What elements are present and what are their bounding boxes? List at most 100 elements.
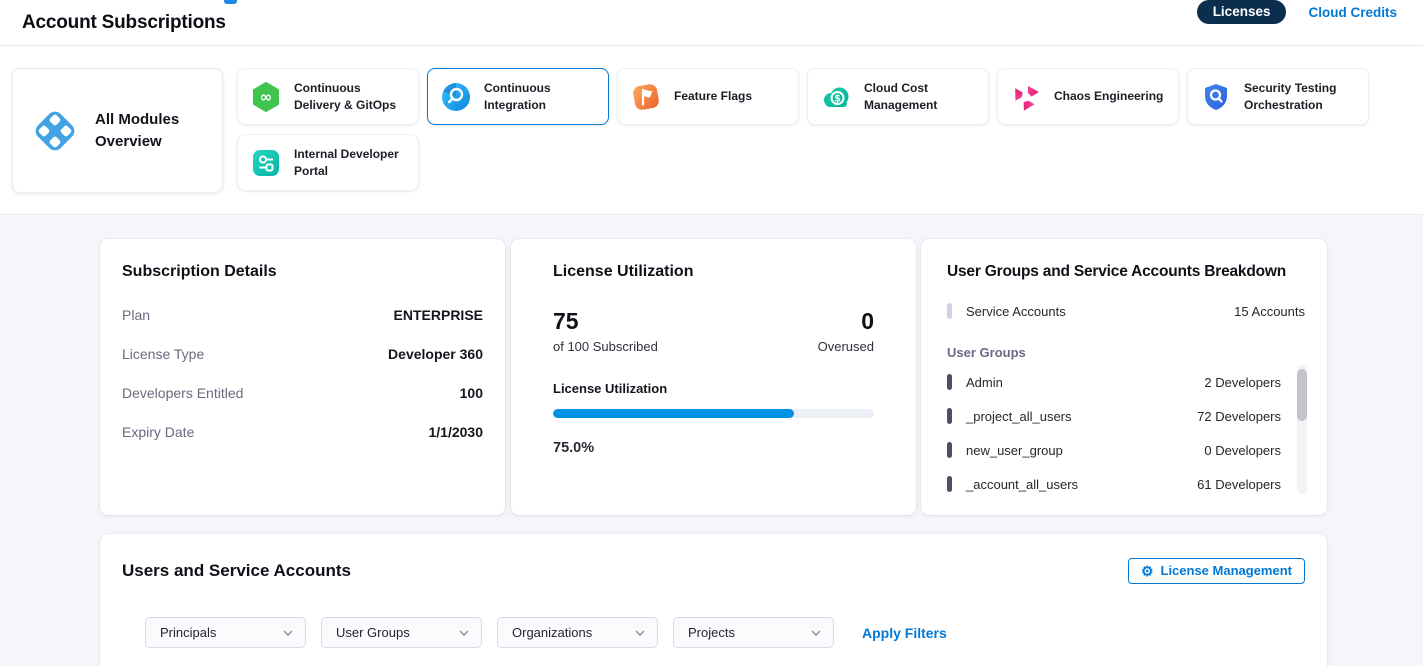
organizations-filter-select[interactable]: Organizations — [497, 617, 658, 648]
subscription-details-rows: Plan ENTERPRISE License Type Developer 3… — [122, 307, 483, 440]
filter-label: Projects — [688, 625, 735, 640]
cloud-cost-icon: $ — [820, 81, 852, 113]
module-card-continuous-integration[interactable]: Continuous Integration — [427, 68, 609, 125]
module-card-chaos-engineering[interactable]: Chaos Engineering — [997, 68, 1179, 125]
utilization-bar-label: License Utilization — [553, 381, 874, 396]
overused-caption: Overused — [818, 339, 874, 354]
chaos-icon — [1010, 81, 1042, 113]
main-content: Subscription Details Plan ENTERPRISE Lic… — [0, 215, 1423, 666]
user-groups-filter-select[interactable]: User Groups — [321, 617, 482, 648]
projects-filter-select[interactable]: Projects — [673, 617, 834, 648]
module-selector-bar: All Modules Overview ∞ Continuous Delive… — [0, 46, 1423, 215]
users-and-service-accounts-card: Users and Service Accounts ⚙ License Man… — [100, 534, 1327, 666]
subscription-details-card: Subscription Details Plan ENTERPRISE Lic… — [100, 239, 505, 515]
user-group-name: _project_all_users — [966, 409, 1072, 424]
svg-text:$: $ — [834, 93, 841, 104]
filter-label: User Groups — [336, 625, 410, 640]
license-utilization-numbers: 75 of 100 Subscribed 0 Overused — [553, 309, 874, 354]
header-clipped-icon — [224, 0, 237, 4]
scrollbar-thumb[interactable] — [1297, 369, 1307, 421]
subscription-row-expiry-date: Expiry Date 1/1/2030 — [122, 424, 483, 440]
module-card-label: Continuous Delivery & GitOps — [294, 80, 410, 114]
page-header: Account Subscriptions Licenses Cloud Cre… — [0, 0, 1423, 46]
ci-icon — [440, 81, 472, 113]
row-value: 1/1/2030 — [429, 424, 484, 440]
license-management-label: License Management — [1161, 563, 1293, 578]
user-groups-heading: User Groups — [947, 345, 1305, 360]
service-accounts-label: Service Accounts — [966, 304, 1066, 319]
user-group-pill-icon — [947, 476, 952, 492]
all-modules-overview-card[interactable]: All Modules Overview — [12, 68, 223, 193]
row-value: ENTERPRISE — [394, 307, 483, 323]
module-card-label: Chaos Engineering — [1054, 88, 1170, 105]
page-title: Account Subscriptions — [22, 12, 226, 34]
tab-cloud-credits[interactable]: Cloud Credits — [1308, 5, 1397, 20]
module-cards: ∞ Continuous Delivery & GitOps Continuou… — [237, 68, 1377, 191]
module-card-label: Internal Developer Portal — [294, 146, 410, 180]
overused-count: 0 — [818, 309, 874, 334]
module-card-label: Continuous Integration — [484, 80, 600, 114]
all-modules-icon — [29, 105, 81, 157]
used-count: 75 — [553, 309, 658, 334]
subscription-details-title: Subscription Details — [122, 263, 483, 281]
user-group-pill-icon — [947, 442, 952, 458]
service-accounts-row: Service Accounts 15 Accounts — [947, 303, 1305, 319]
module-card-cloud-cost[interactable]: $ Cloud Cost Management — [807, 68, 989, 125]
apply-filters-link[interactable]: Apply Filters — [862, 625, 947, 641]
user-group-name: Admin — [966, 375, 1003, 390]
chevron-down-icon — [283, 630, 293, 636]
breakdown-title: User Groups and Service Accounts Breakdo… — [947, 263, 1305, 281]
module-card-internal-developer-portal[interactable]: Internal Developer Portal — [237, 134, 419, 191]
subscription-row-developers-entitled: Developers Entitled 100 — [122, 385, 483, 401]
user-group-value: 72 Developers — [1197, 409, 1281, 424]
row-value: Developer 360 — [388, 346, 483, 362]
user-group-name: new_user_group — [966, 443, 1063, 458]
module-card-security-testing[interactable]: Security Testing Orchestration — [1187, 68, 1369, 125]
row-label: License Type — [122, 346, 204, 362]
used-caption: of 100 Subscribed — [553, 339, 658, 354]
user-group-value: 61 Developers — [1197, 477, 1281, 492]
license-utilization-bar-fill — [553, 409, 794, 418]
row-label: Expiry Date — [122, 424, 194, 440]
user-group-row: _account_all_users 61 Developers — [947, 467, 1281, 501]
cd-gitops-icon: ∞ — [250, 81, 282, 113]
filters-row: Principals User Groups Organizations Pro… — [122, 617, 1305, 648]
user-group-pill-icon — [947, 408, 952, 424]
row-label: Plan — [122, 307, 150, 323]
all-modules-overview-label: All Modules Overview — [95, 109, 195, 153]
user-group-value: 0 Developers — [1204, 443, 1281, 458]
user-group-row: Admin 2 Developers — [947, 365, 1281, 399]
idp-icon — [250, 147, 282, 179]
user-group-name: _account_all_users — [966, 477, 1078, 492]
users-section-header: Users and Service Accounts ⚙ License Man… — [122, 558, 1305, 584]
chevron-down-icon — [459, 630, 469, 636]
module-card-cd-gitops[interactable]: ∞ Continuous Delivery & GitOps — [237, 68, 419, 125]
row-label: Developers Entitled — [122, 385, 243, 401]
svg-text:∞: ∞ — [260, 88, 273, 106]
filter-label: Organizations — [512, 625, 592, 640]
license-utilization-title: License Utilization — [553, 263, 874, 281]
license-utilization-card: License Utilization 75 of 100 Subscribed… — [511, 239, 916, 515]
used-block: 75 of 100 Subscribed — [553, 309, 658, 354]
chevron-down-icon — [811, 630, 821, 636]
user-groups-list: Admin 2 Developers _project_all_users 72… — [947, 365, 1305, 501]
subscription-row-license-type: License Type Developer 360 — [122, 346, 483, 362]
chevron-down-icon — [635, 630, 645, 636]
license-utilization-bar-track — [553, 409, 874, 418]
subscription-row-plan: Plan ENTERPRISE — [122, 307, 483, 323]
user-group-value: 2 Developers — [1204, 375, 1281, 390]
header-tabs: Licenses Cloud Credits — [1197, 0, 1397, 24]
module-card-label: Security Testing Orchestration — [1244, 80, 1360, 114]
principals-filter-select[interactable]: Principals — [145, 617, 306, 648]
scrollbar-track[interactable] — [1297, 365, 1307, 494]
license-management-button[interactable]: ⚙ License Management — [1128, 558, 1305, 584]
users-section-title: Users and Service Accounts — [122, 561, 351, 581]
breakdown-card: User Groups and Service Accounts Breakdo… — [921, 239, 1327, 515]
feature-flags-icon — [630, 81, 662, 113]
tab-licenses[interactable]: Licenses — [1197, 0, 1287, 24]
service-accounts-pill-icon — [947, 303, 952, 319]
module-card-feature-flags[interactable]: Feature Flags — [617, 68, 799, 125]
filter-label: Principals — [160, 625, 216, 640]
utilization-percent: 75.0% — [553, 440, 874, 456]
module-card-label: Cloud Cost Management — [864, 80, 980, 114]
